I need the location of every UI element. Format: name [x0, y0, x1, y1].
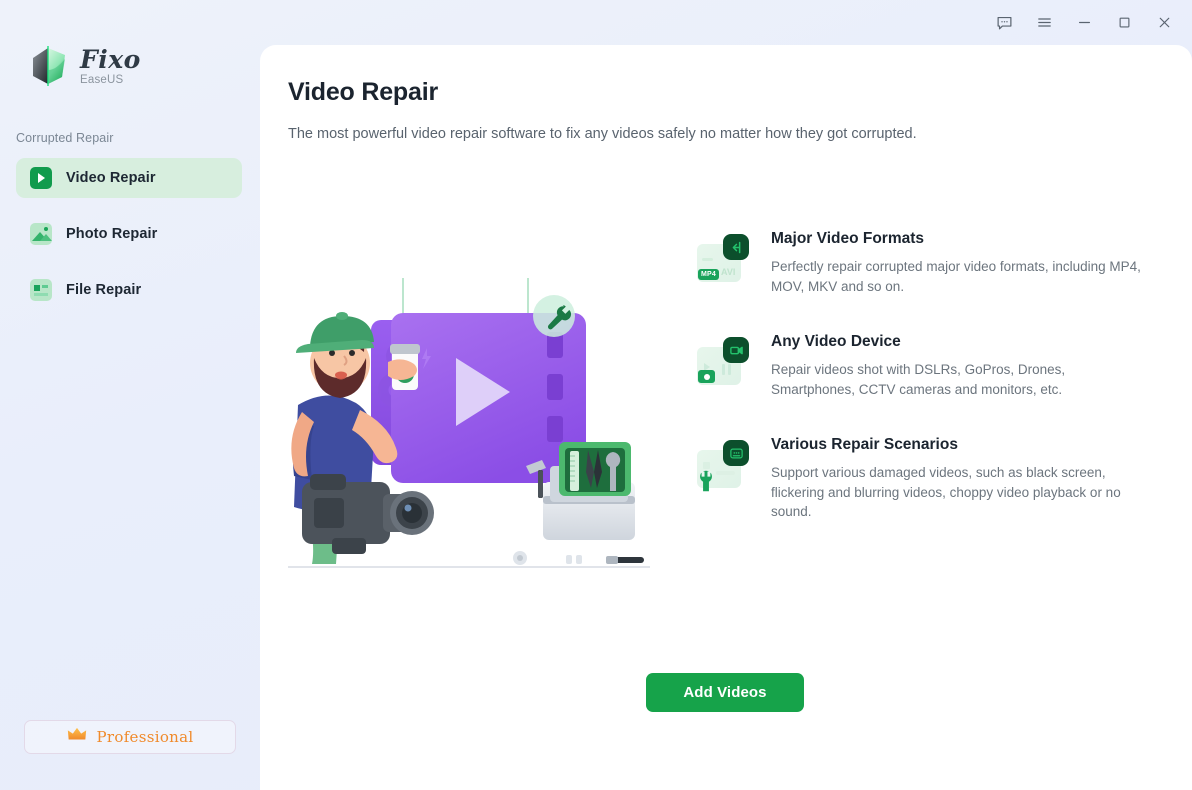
minimize-icon[interactable]	[1064, 7, 1104, 39]
file-repair-icon	[30, 279, 52, 301]
sidebar-item-label: Video Repair	[66, 170, 156, 186]
feature-list: AVI MP4 Major Video Formats Perfectly re…	[697, 230, 1157, 559]
video-repair-illustration	[288, 270, 653, 575]
repair-scenarios-icon	[697, 440, 749, 492]
brand-subtitle: EaseUS	[80, 73, 124, 86]
sidebar-item-photo-repair[interactable]: Photo Repair	[16, 214, 242, 254]
professional-label: Professional	[96, 728, 194, 746]
video-device-icon	[697, 337, 749, 389]
sidebar-section-label: Corrupted Repair	[16, 131, 114, 145]
feature-item: AVI MP4 Major Video Formats Perfectly re…	[697, 230, 1157, 296]
feature-description: Repair videos shot with DSLRs, GoPros, D…	[771, 362, 1066, 397]
video-formats-icon: AVI MP4	[697, 234, 749, 286]
page-subtitle: The most powerful video repair software …	[288, 126, 917, 142]
sidebar-item-video-repair[interactable]: Video Repair	[16, 158, 242, 198]
main-panel: Video Repair The most powerful video rep…	[260, 45, 1192, 790]
feature-description: Perfectly repair corrupted major video f…	[771, 259, 1141, 294]
format-tag-mp4: MP4	[698, 269, 719, 280]
add-videos-button[interactable]: Add Videos	[646, 673, 804, 712]
video-repair-icon	[30, 167, 52, 189]
format-tag-avi: AVI	[721, 267, 736, 277]
brand-logo: Fixo EaseUS	[28, 44, 141, 88]
title-bar	[0, 0, 1192, 45]
sidebar-item-label: File Repair	[66, 282, 142, 298]
sidebar: Fixo EaseUS Corrupted Repair Video Repai…	[0, 0, 260, 790]
page-title: Video Repair	[288, 78, 438, 106]
wrench-glyph	[697, 470, 715, 497]
close-icon[interactable]	[1144, 7, 1184, 39]
menu-icon[interactable]	[1024, 7, 1064, 39]
feedback-icon[interactable]	[984, 7, 1024, 39]
sidebar-item-file-repair[interactable]: File Repair	[16, 270, 242, 310]
brand-name: Fixo	[80, 44, 141, 74]
fixo-logo-icon	[28, 44, 70, 88]
feature-title: Various Repair Scenarios	[771, 436, 958, 454]
feature-title: Major Video Formats	[771, 230, 925, 247]
feature-description: Support various damaged videos, such as …	[771, 465, 1121, 520]
photo-repair-icon	[30, 223, 52, 245]
maximize-icon[interactable]	[1104, 7, 1144, 39]
feature-title: Any Video Device	[771, 333, 901, 351]
feature-item: Various Repair Scenarios Support various…	[697, 436, 1157, 522]
crown-icon	[67, 727, 87, 747]
feature-item: Any Video Device Repair videos shot with…	[697, 333, 1157, 399]
professional-button[interactable]: Professional	[24, 720, 236, 754]
sidebar-item-label: Photo Repair	[66, 226, 158, 242]
